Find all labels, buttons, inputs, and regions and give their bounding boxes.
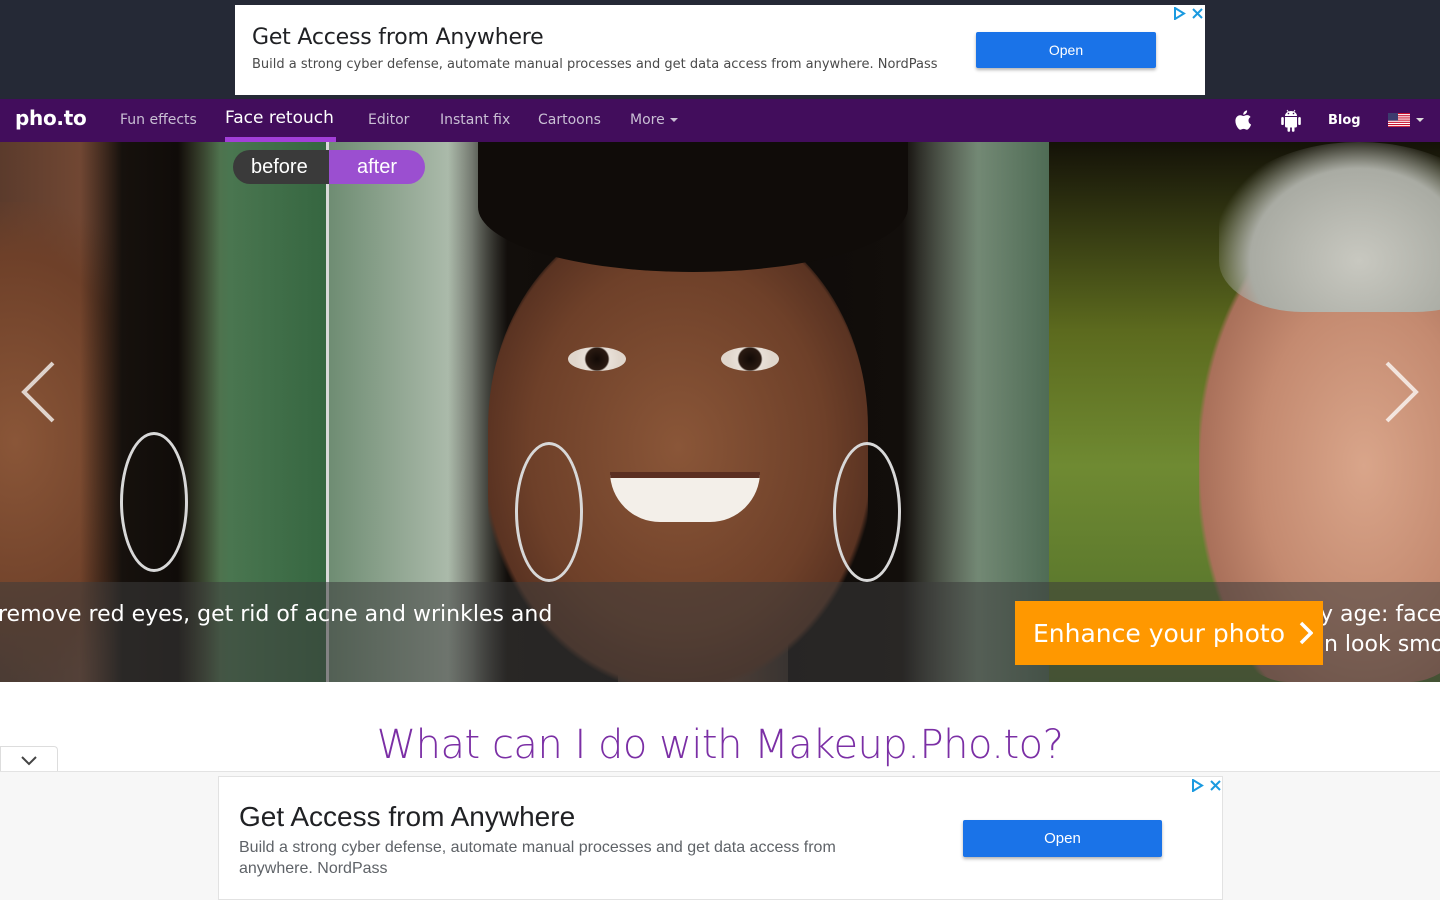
apple-icon[interactable]: [1231, 107, 1257, 133]
next-slide-caption-line2: n look smo: [1324, 632, 1440, 657]
slide-caption: remove red eyes, get rid of acne and wri…: [0, 602, 553, 627]
enhance-photo-button[interactable]: Enhance your photo: [1015, 601, 1323, 665]
top-ad-strip: Get Access from Anywhere Build a strong …: [0, 0, 1440, 99]
hero-slider: before after remove red eyes, get rid of…: [0, 142, 1440, 682]
chevron-down-icon: [669, 118, 678, 122]
nav-fun-effects[interactable]: Fun effects: [120, 112, 197, 128]
earring: [120, 432, 188, 572]
next-slide-caption-line1: y age: face: [1320, 602, 1440, 627]
blog-link[interactable]: Blog: [1328, 113, 1361, 128]
close-icon[interactable]: [1192, 8, 1203, 19]
before-after-toggle: before after: [233, 150, 425, 184]
eye-right: [721, 347, 779, 371]
nav-more-label: More: [630, 112, 665, 128]
section-title: What can I do with Makeup.Pho.to?: [376, 722, 1064, 768]
nav-more-dropdown[interactable]: More: [630, 112, 678, 128]
nav-face-retouch[interactable]: Face retouch: [225, 108, 334, 128]
earring-left: [515, 442, 583, 582]
ad-description: Build a strong cyber defense, automate m…: [239, 839, 836, 877]
adchoices[interactable]: [1191, 779, 1221, 792]
close-icon[interactable]: [1210, 780, 1221, 791]
before-button[interactable]: before: [233, 150, 329, 184]
nav-editor[interactable]: Editor: [368, 112, 409, 128]
ad-open-button[interactable]: Open: [963, 820, 1162, 857]
adchoices[interactable]: [1173, 7, 1203, 20]
hair-top: [478, 142, 908, 272]
chevron-right-icon[interactable]: [1384, 360, 1420, 424]
chevron-right-icon: [1299, 621, 1313, 645]
us-flag-icon[interactable]: [1388, 113, 1410, 127]
enhance-photo-label: Enhance your photo: [1033, 618, 1285, 648]
top-ad[interactable]: Get Access from Anywhere Build a strong …: [235, 5, 1205, 95]
ad-open-button[interactable]: Open: [976, 32, 1156, 68]
android-icon[interactable]: [1278, 107, 1304, 133]
after-button[interactable]: after: [329, 150, 425, 184]
site-logo[interactable]: pho.to: [15, 106, 87, 130]
main-navbar: pho.to Fun effects Face retouch Editor I…: [0, 99, 1440, 142]
adchoices-icon[interactable]: [1173, 7, 1186, 20]
collapse-ad-tab[interactable]: [0, 746, 58, 772]
ad-description: Build a strong cyber defense, automate m…: [252, 57, 938, 72]
nav-instant-fix[interactable]: Instant fix: [440, 112, 510, 128]
eye-left: [568, 347, 626, 371]
ad-title[interactable]: Get Access from Anywhere: [239, 801, 575, 833]
bottom-ad[interactable]: Get Access from Anywhere Build a strong …: [218, 776, 1223, 900]
nav-cartoons[interactable]: Cartoons: [538, 112, 601, 128]
language-chevron-down-icon[interactable]: [1416, 118, 1424, 122]
earring-right: [833, 442, 901, 582]
ad-title[interactable]: Get Access from Anywhere: [252, 25, 544, 50]
bottom-ad-strip: Get Access from Anywhere Build a strong …: [0, 772, 1440, 900]
chevron-left-icon[interactable]: [20, 360, 56, 424]
next-hair: [1219, 142, 1440, 312]
adchoices-icon[interactable]: [1191, 779, 1204, 792]
chevron-down-icon[interactable]: [1, 747, 59, 773]
